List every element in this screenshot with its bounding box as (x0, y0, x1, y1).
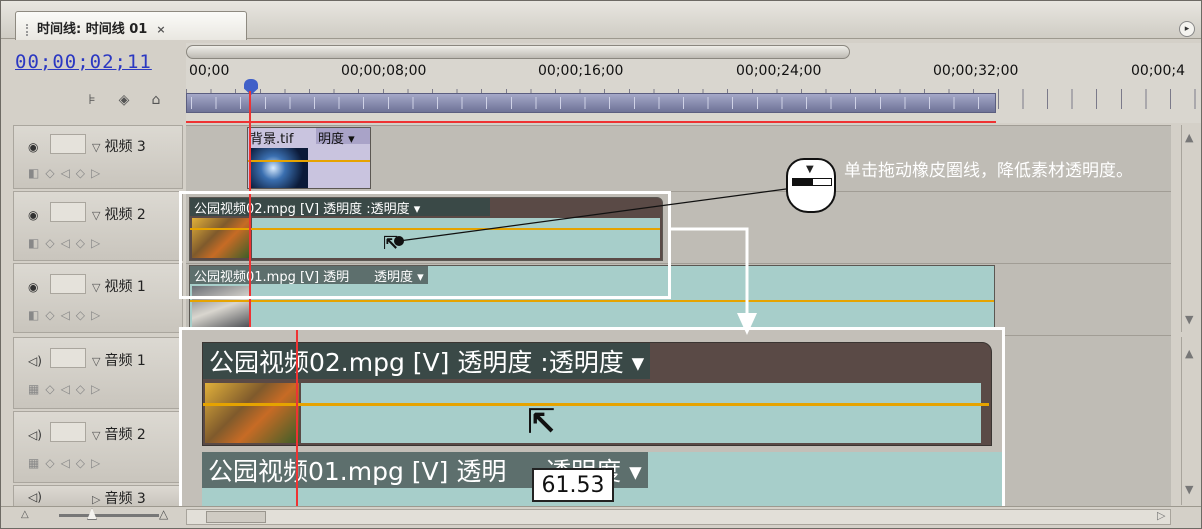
expand-icon[interactable]: ▽ (92, 141, 100, 154)
keyframe-nav[interactable]: ◧◇◁◇▷ (28, 166, 106, 180)
mouse-buttons (792, 178, 832, 186)
clip-name: 背景.tif (250, 132, 294, 147)
track-header-video3: ◉ ▽ 视频 3 ◧◇◁◇▷ (13, 125, 183, 189)
horizontal-scrollbar[interactable] (186, 509, 1171, 525)
expand-icon[interactable]: ▷ (92, 493, 100, 506)
scroll-down-icon[interactable]: ▼ (1185, 313, 1193, 326)
arrow-down-icon: ▼ (806, 164, 814, 175)
viewing-area-bar[interactable] (186, 45, 850, 59)
track-name[interactable]: ▽ 视频 3 (92, 136, 146, 156)
zoom-drag-cursor-icon: ⇱ (527, 402, 556, 442)
ruler-label: 00;00;32;00 (933, 63, 1019, 79)
zoom-opacity-line (203, 403, 989, 406)
eye-icon[interactable]: ◉ (28, 208, 44, 222)
tab-title: 时间线: 时间线 01 (37, 22, 148, 37)
scroll-up-icon[interactable]: ▲ (1185, 347, 1193, 360)
track-name[interactable]: ▽ 音频 1 (92, 350, 146, 370)
scroll-down-icon[interactable]: ▼ (1185, 483, 1193, 496)
snap-icon[interactable]: ⊧ (81, 89, 103, 111)
zoom-clip-header: 公园视频02.mpg [V] 透明度 :透明度 ▾ (203, 343, 651, 379)
video-scrollbar[interactable] (1181, 125, 1201, 332)
ruler-label: 00;00;4 (1131, 63, 1185, 79)
opacity-line[interactable] (248, 160, 370, 162)
lock-toggle[interactable] (50, 422, 86, 442)
speaker-icon[interactable]: ◁) (28, 354, 44, 368)
speaker-icon[interactable]: ◁) (28, 428, 44, 442)
scroll-right-icon[interactable]: ▷ (1157, 509, 1165, 522)
render-bar (186, 121, 996, 123)
callout-pointer (394, 188, 787, 246)
speaker-icon[interactable]: ◁) (28, 490, 44, 504)
track-name[interactable]: ▷ 音频 3 (92, 488, 146, 508)
zoom-clip-park02: 公园视频02.mpg [V] 透明度 :透明度 ▾ (202, 342, 992, 446)
work-area-ticks (191, 97, 991, 109)
track-name[interactable]: ▽ 音频 2 (92, 424, 146, 444)
tab-timeline-01[interactable]: 时间线: 时间线 01 × (15, 11, 247, 40)
ruler-label: 00;00;24;00 (736, 63, 822, 79)
ruler-label: 00;00;16;00 (538, 63, 624, 79)
track-header-audio2: ◁) ▽ 音频 2 ▦◇◁◇▷ (13, 411, 183, 483)
scroll-thumb[interactable] (206, 511, 266, 523)
zoom-value-tooltip: 61.53 (532, 468, 614, 502)
expand-icon[interactable]: ▽ (92, 209, 100, 222)
zoom-clip-body (301, 383, 981, 443)
track-header-audio1: ◁) ▽ 音频 1 ▦◇◁◇▷ (13, 337, 183, 409)
mouse-icon: ▼ (786, 158, 836, 213)
lock-toggle[interactable] (50, 202, 86, 222)
grip-icon (26, 23, 32, 36)
ruler-label: 00;00;08;00 (341, 63, 427, 79)
expand-icon[interactable]: ▽ (92, 429, 100, 442)
lock-toggle[interactable] (50, 348, 86, 368)
zoom-slider[interactable] (59, 514, 159, 517)
expand-icon[interactable]: ▽ (92, 281, 100, 294)
zoom-clip-thumbnail (205, 383, 299, 443)
zoom-inset: 公园视频02.mpg [V] 透明度 :透明度 ▾ ⇱ 公园视频01.mpg [… (179, 327, 1005, 511)
close-icon[interactable]: × (156, 23, 165, 36)
zoom-in-icon[interactable]: △ (159, 507, 168, 521)
timeline-window: 时间线: 时间线 01 × ▸ 00;00;02;11 ⊧ ◈ ⌂ 00;00 0… (0, 0, 1202, 529)
lock-toggle[interactable] (50, 274, 86, 294)
track-name[interactable]: ▽ 视频 2 (92, 204, 146, 224)
opacity-line[interactable] (190, 300, 994, 302)
keyframe-nav[interactable]: ◧◇◁◇▷ (28, 236, 106, 250)
expand-icon[interactable]: ▽ (92, 355, 100, 368)
audio-scrollbar[interactable] (1181, 337, 1201, 505)
clip-background[interactable]: 背景.tif 明度 ▾ (247, 127, 371, 189)
scroll-up-icon[interactable]: ▲ (1185, 131, 1193, 144)
zoom-out-icon[interactable]: △ (21, 509, 29, 520)
keyframe-nav[interactable]: ◧◇◁◇▷ (28, 308, 106, 322)
set-marker-icon[interactable]: ⌂ (145, 89, 167, 111)
track-header-video2: ◉ ▽ 视频 2 ◧◇◁◇▷ (13, 191, 183, 261)
ruler-label: 00;00 (189, 63, 230, 79)
clip-thumbnail (250, 148, 308, 188)
annotation-text: 单击拖动橡皮圈线，降低素材透明度。 (844, 161, 1133, 181)
eye-icon[interactable]: ◉ (28, 140, 44, 154)
track-header-audio3: ◁) ▷ 音频 3 (13, 485, 183, 507)
panel-menu-icon[interactable]: ▸ (1179, 21, 1195, 37)
track-name[interactable]: ▽ 视频 1 (92, 276, 146, 296)
marker-icon[interactable]: ◈ (113, 89, 135, 111)
eye-icon[interactable]: ◉ (28, 280, 44, 294)
keyframe-nav[interactable]: ▦◇◁◇▷ (28, 456, 106, 470)
current-timecode[interactable]: 00;00;02;11 (15, 51, 152, 73)
track-header-video1: ◉ ▽ 视频 1 ◧◇◁◇▷ (13, 263, 183, 333)
zoom-playhead-line (296, 330, 298, 510)
lock-toggle[interactable] (50, 134, 86, 154)
left-button (793, 179, 813, 185)
keyframe-nav[interactable]: ▦◇◁◇▷ (28, 382, 106, 396)
clip-fx-menu[interactable]: 明度 ▾ (316, 128, 370, 147)
